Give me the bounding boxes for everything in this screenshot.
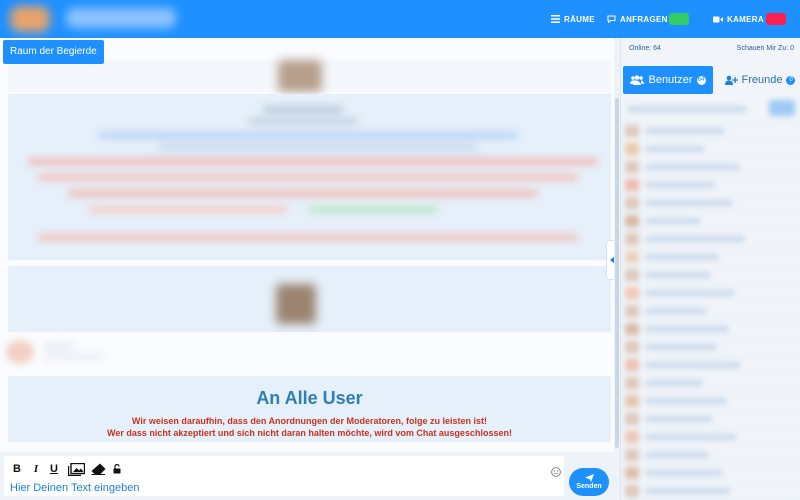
user-list bbox=[621, 96, 800, 500]
tab-friends-label: Freunde bbox=[741, 74, 783, 86]
list-item[interactable] bbox=[621, 158, 800, 176]
user-sidebar: Online: 64 Schauen Mir Zu: 0 Benutzer 64… bbox=[620, 38, 800, 500]
list-item[interactable] bbox=[621, 284, 800, 302]
list-item[interactable] bbox=[621, 266, 800, 284]
nav-camera-label: KAMERA bbox=[727, 14, 764, 24]
list-item[interactable] bbox=[621, 428, 800, 446]
lock-button[interactable] bbox=[112, 462, 122, 476]
top-bar: RÄUME ANFRAGEN KAMERA bbox=[0, 0, 800, 38]
online-count: Online: 64 bbox=[629, 45, 661, 52]
chat-message bbox=[8, 60, 611, 92]
friends-count-badge: 0 bbox=[786, 75, 796, 85]
scrollbar-thumb[interactable] bbox=[615, 98, 619, 448]
list-item[interactable] bbox=[621, 122, 800, 140]
smiley-icon bbox=[551, 467, 561, 477]
underline-button[interactable]: U bbox=[48, 462, 60, 476]
list-item[interactable] bbox=[621, 194, 800, 212]
nav-camera[interactable]: KAMERA bbox=[713, 0, 764, 38]
nav-requests[interactable]: ANFRAGEN bbox=[607, 0, 668, 38]
blurred-message-content bbox=[8, 94, 611, 260]
notice-line-1: Wir weisen daraufhin, dass den Anordnung… bbox=[131, 416, 488, 426]
users-count-badge: 64 bbox=[696, 75, 706, 85]
unlock-icon bbox=[113, 464, 121, 474]
tab-users-label: Benutzer bbox=[648, 74, 693, 86]
list-item[interactable] bbox=[621, 464, 800, 482]
list-item[interactable] bbox=[621, 446, 800, 464]
nav-rooms-label: RÄUME bbox=[564, 14, 595, 24]
list-item[interactable] bbox=[621, 230, 800, 248]
list-item[interactable] bbox=[621, 338, 800, 356]
send-label: Senden bbox=[576, 483, 602, 490]
clear-format-button[interactable] bbox=[90, 462, 106, 476]
room-tab[interactable]: Raum der Begierde bbox=[3, 40, 104, 64]
chat-message bbox=[6, 336, 110, 370]
composer: B I U Hier Deinen Text eingeben Senden bbox=[0, 452, 620, 500]
notice-line-2: Wer dass nicht akzeptiert und sich nicht… bbox=[107, 428, 512, 438]
list-item[interactable] bbox=[621, 392, 800, 410]
video-camera-icon bbox=[713, 16, 723, 22]
eraser-icon bbox=[91, 463, 105, 475]
add-user-icon bbox=[724, 75, 738, 85]
list-item[interactable] bbox=[621, 176, 800, 194]
list-icon bbox=[551, 15, 560, 23]
chat-area: Raum der Begierde An Alle User Wir weise bbox=[0, 38, 620, 452]
requests-toggle[interactable] bbox=[669, 13, 689, 25]
message-input[interactable]: B I U Hier Deinen Text eingeben bbox=[4, 456, 564, 496]
send-button[interactable]: Senden bbox=[569, 468, 609, 496]
emoji-button[interactable] bbox=[551, 464, 561, 482]
list-item[interactable] bbox=[621, 356, 800, 374]
chat-bubble-icon bbox=[607, 15, 616, 23]
tab-friends[interactable]: Freunde 0 bbox=[719, 66, 800, 94]
notice-title: An Alle User bbox=[256, 388, 363, 408]
italic-button[interactable]: I bbox=[31, 462, 41, 476]
image-icon bbox=[67, 462, 85, 476]
list-item[interactable] bbox=[621, 140, 800, 158]
list-item[interactable] bbox=[621, 374, 800, 392]
list-item[interactable] bbox=[621, 248, 800, 266]
list-item[interactable] bbox=[621, 482, 800, 500]
list-item[interactable] bbox=[621, 320, 800, 338]
list-item[interactable] bbox=[621, 410, 800, 428]
camera-toggle[interactable] bbox=[766, 13, 786, 25]
paper-plane-icon bbox=[584, 474, 594, 482]
message-placeholder: Hier Deinen Text eingeben bbox=[10, 482, 140, 494]
chat-message bbox=[8, 94, 611, 260]
image-button[interactable] bbox=[67, 462, 85, 476]
chat-message bbox=[8, 266, 611, 332]
moderator-notice: An Alle User Wir weisen daraufhin, dass … bbox=[8, 376, 611, 442]
user-avatar bbox=[276, 284, 316, 324]
list-item[interactable] bbox=[621, 212, 800, 230]
users-icon bbox=[630, 75, 645, 85]
list-item[interactable] bbox=[621, 302, 800, 320]
user-list-search[interactable] bbox=[621, 96, 800, 122]
nav-rooms[interactable]: RÄUME bbox=[551, 0, 595, 38]
user-avatar bbox=[278, 60, 322, 92]
tab-users[interactable]: Benutzer 64 bbox=[623, 66, 713, 94]
watching-count: Schauen Mir Zu: 0 bbox=[736, 45, 794, 52]
nav-requests-label: ANFRAGEN bbox=[620, 14, 668, 24]
bold-button[interactable]: B bbox=[12, 462, 22, 476]
site-logo[interactable] bbox=[6, 4, 182, 34]
